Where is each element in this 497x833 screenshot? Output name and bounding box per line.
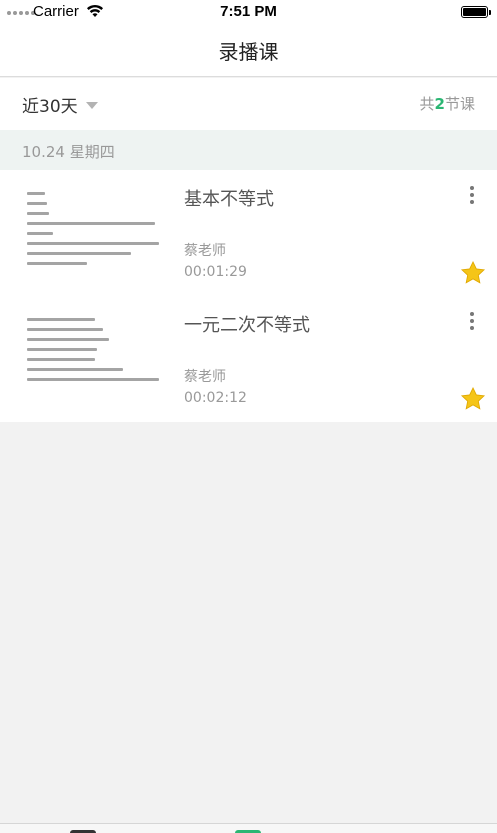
lesson-duration: 00:02:12 [184,390,247,406]
more-vertical-icon[interactable] [466,184,478,206]
filter-bar: 近30天 共2节课 [0,78,497,130]
period-dropdown[interactable]: 近30天 [22,92,98,117]
list-item[interactable]: 基本不等式 蔡老师 00:01:29 [0,170,497,296]
triangle-down-icon [85,102,98,109]
lesson-thumbnail[interactable] [22,311,170,407]
tab-bar [0,823,497,833]
list-item[interactable]: 一元二次不等式 蔡老师 00:02:12 [0,296,497,422]
date-section-header: 10.24 星期四 [0,130,497,170]
lesson-list: 基本不等式 蔡老师 00:01:29 一元二次不等式 蔡老师 00:02:12 [0,170,497,422]
period-label: 近30天 [22,97,78,117]
status-time: 7:51 PM [220,3,277,20]
lesson-duration: 00:01:29 [184,264,247,280]
lesson-count-prefix: 共 [419,95,435,113]
star-icon[interactable] [460,260,486,286]
lesson-title[interactable]: 基本不等式 [184,185,274,211]
navigation-bar: 录播课 [0,24,497,77]
lesson-teacher: 蔡老师 [184,243,226,259]
lesson-teacher: 蔡老师 [184,369,226,385]
more-vertical-icon[interactable] [466,310,478,332]
star-icon[interactable] [460,386,486,412]
lesson-title[interactable]: 一元二次不等式 [184,311,310,337]
lesson-count-suffix: 节课 [444,95,475,113]
page-title: 录播课 [218,39,279,64]
lesson-thumbnail[interactable] [22,185,170,281]
lesson-count: 共2节课 [420,93,475,114]
battery-icon [461,6,491,18]
lesson-count-number: 2 [434,95,445,113]
date-label: 10.24 星期四 [22,143,115,161]
status-bar: Carrier 7:51 PM [0,0,497,24]
